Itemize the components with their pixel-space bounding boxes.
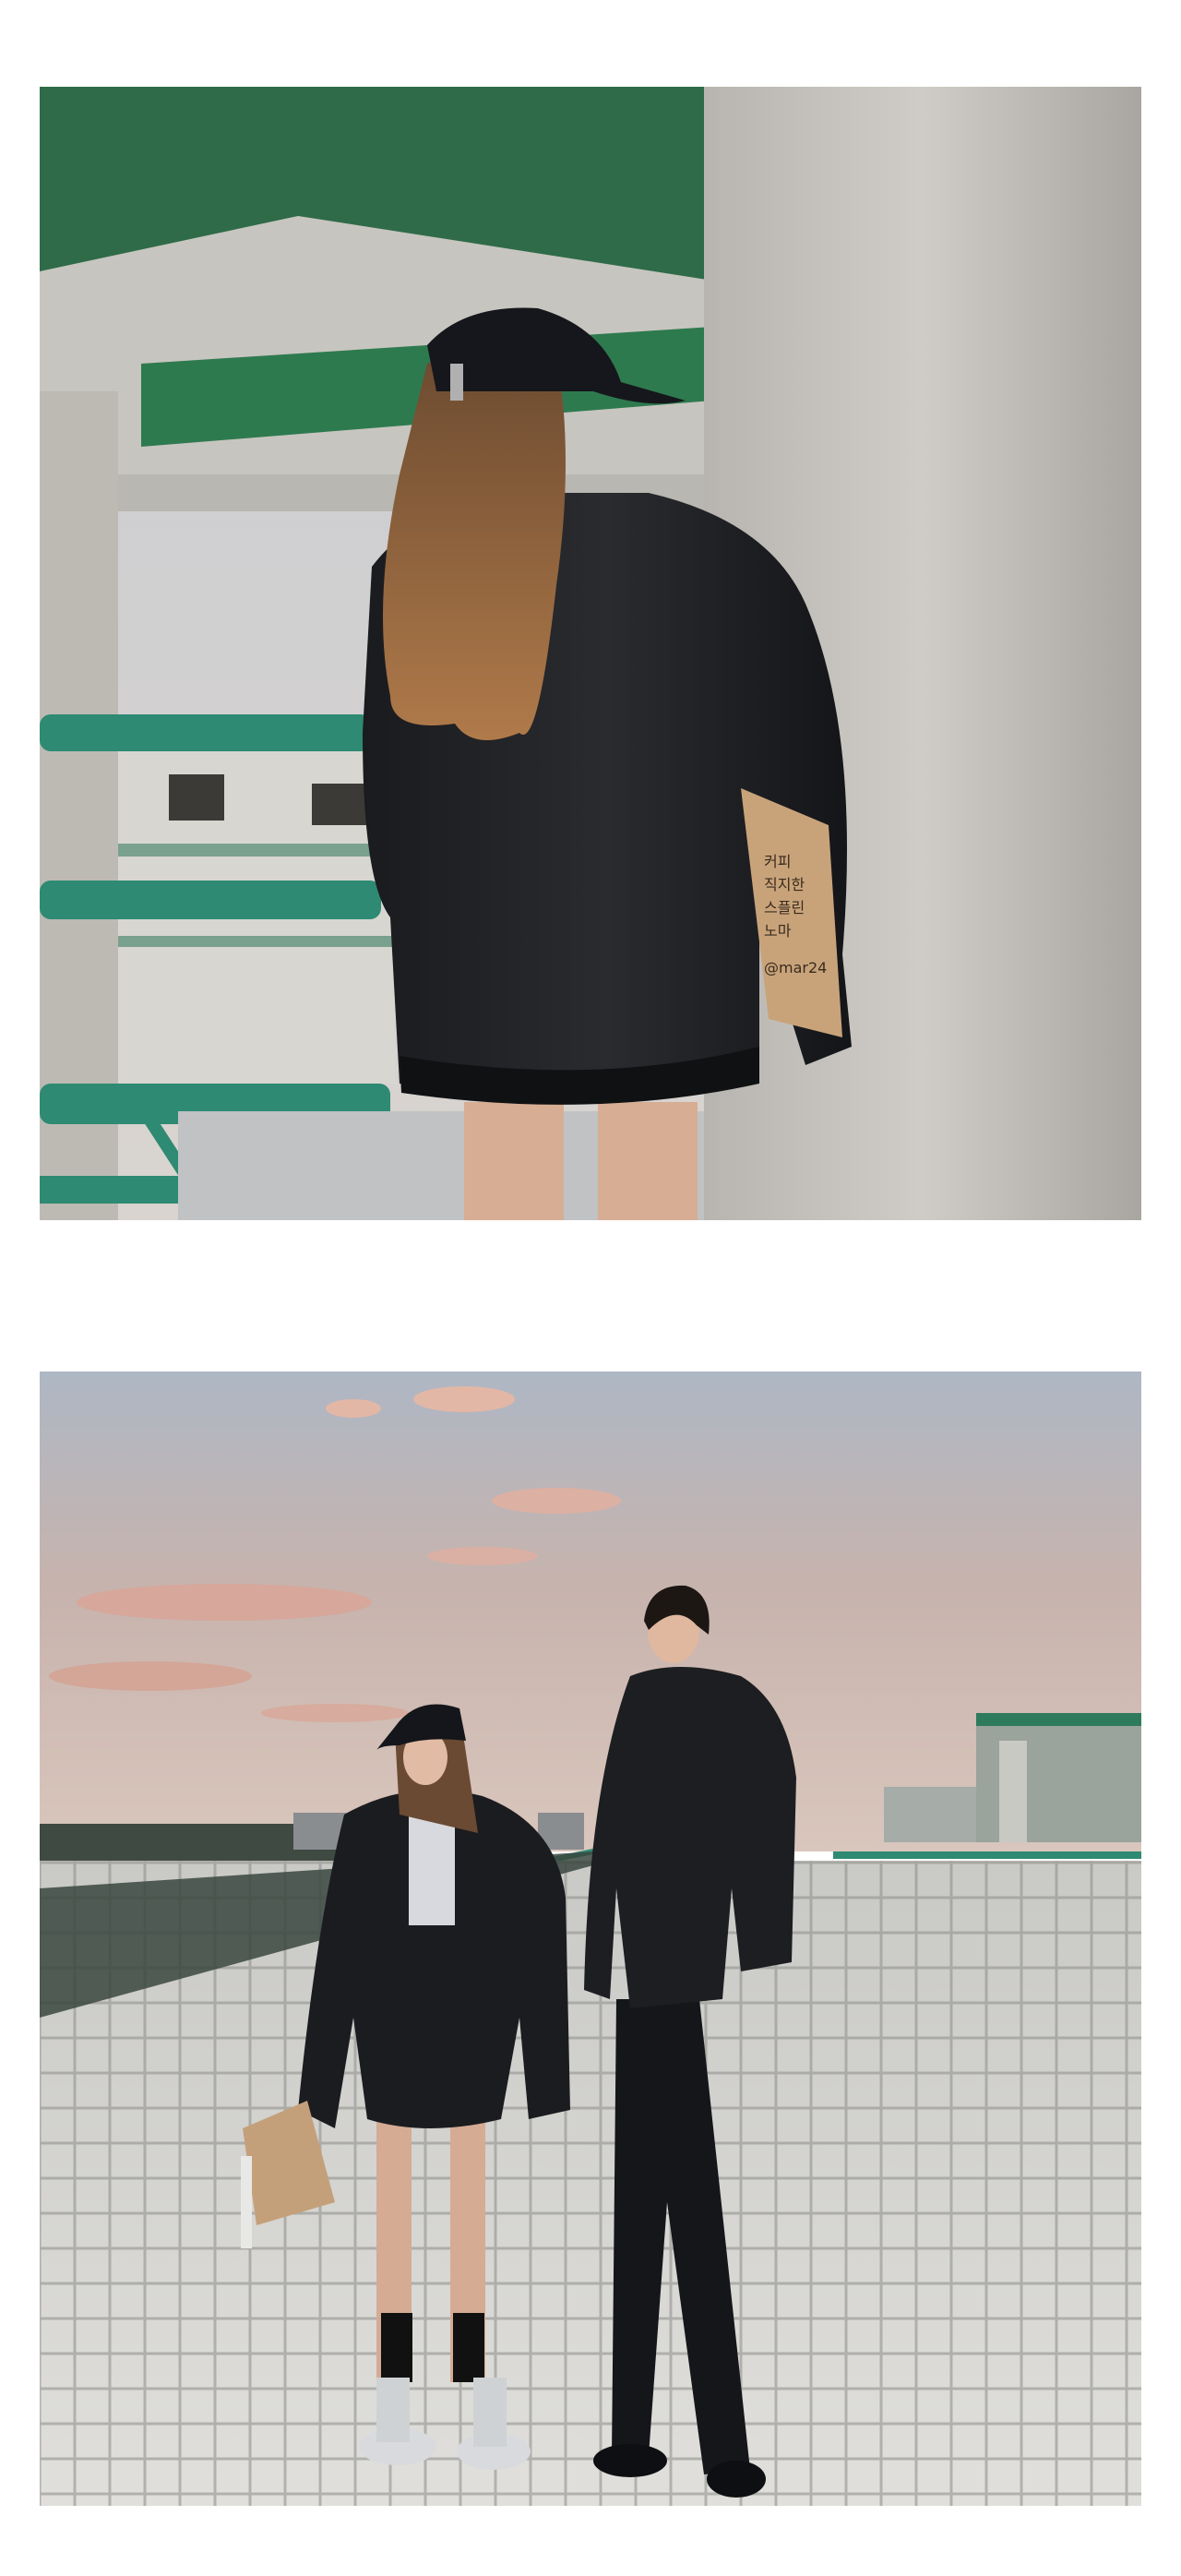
photo-couple-rooftop-image — [40, 1372, 1141, 2506]
photo-woman-back-view: 커피 직지한 스플린 노마 @mar24 — [40, 87, 1141, 1220]
photo-woman-back-view-image: 커피 직지한 스플린 노마 @mar24 — [40, 87, 1141, 1220]
bag-text-line-5: @mar24 — [764, 959, 827, 976]
photo-couple-rooftop — [40, 1372, 1141, 2506]
bag-text-line-2: 직지한 — [764, 876, 805, 893]
bag-text-line-1: 커피 — [764, 853, 791, 870]
bag-text-line-3: 스플린 — [764, 899, 805, 917]
bag-text-line-4: 노마 — [764, 922, 792, 940]
